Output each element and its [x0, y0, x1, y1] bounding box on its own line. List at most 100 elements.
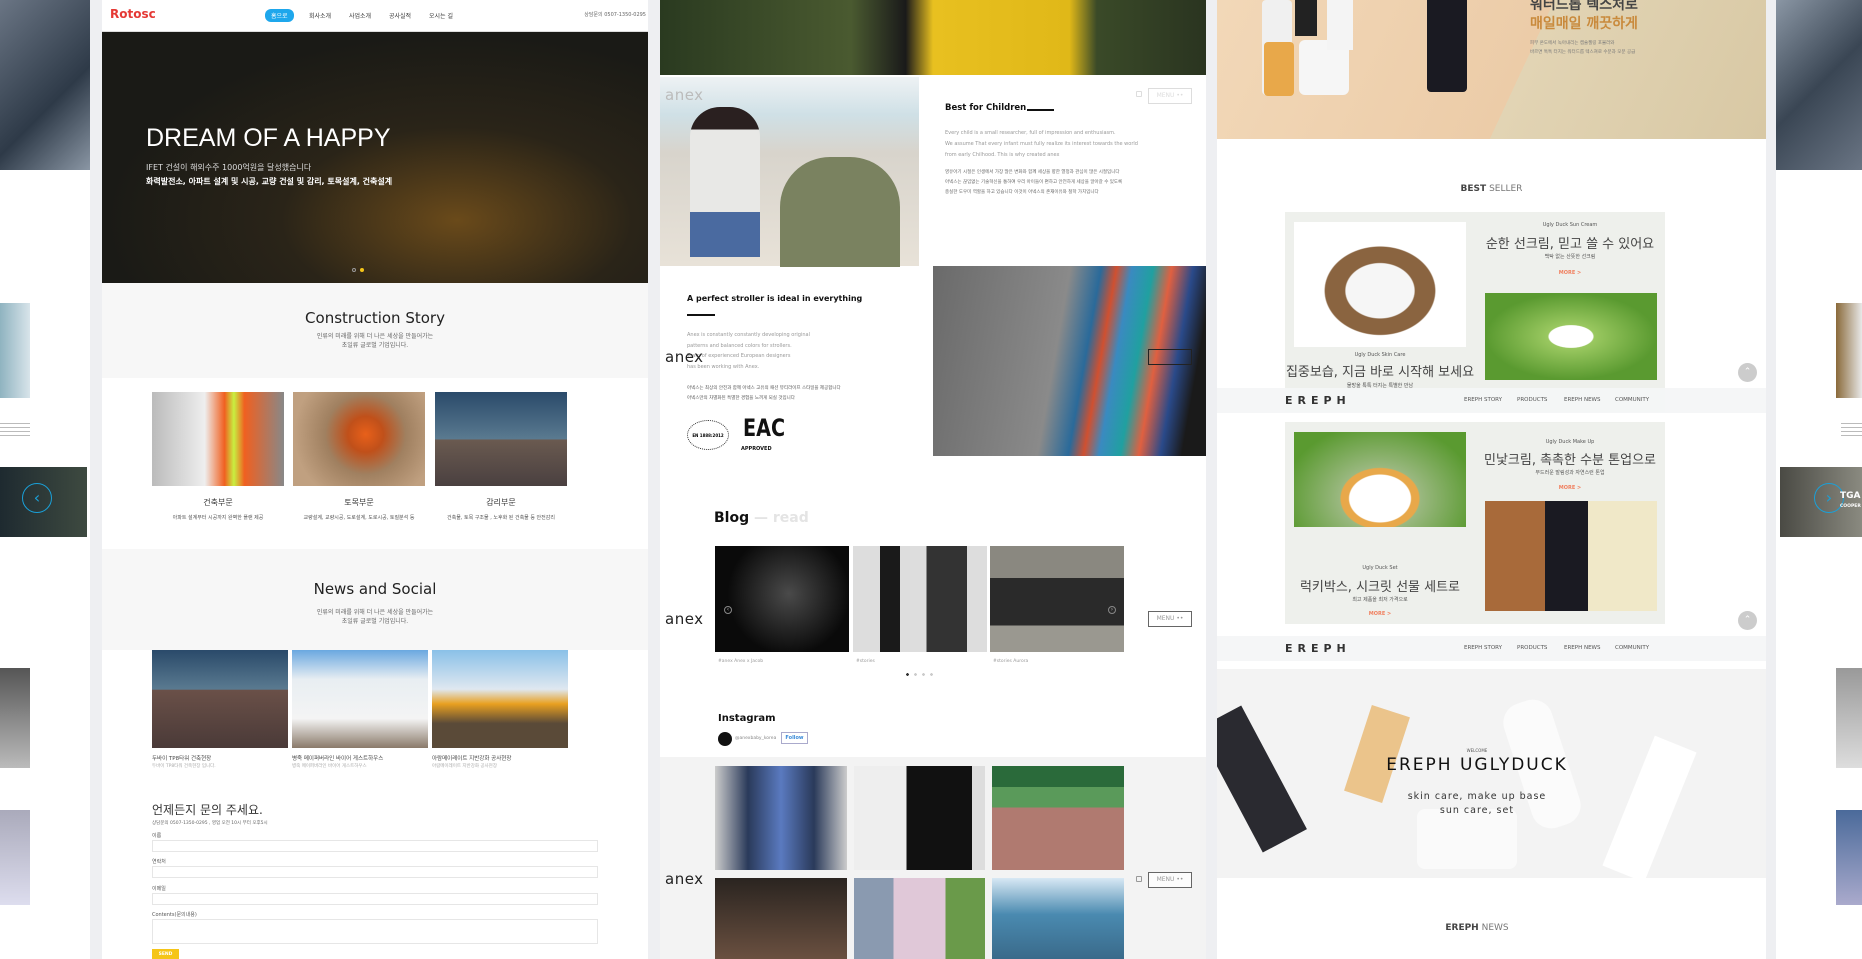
- news-item-title[interactable]: 아람메이레이트 지반강화 공사현장: [432, 754, 511, 762]
- text-line: 아넥스는 최상의 안전과 함께 아넥스 고유의 패션 뷰티라이프 스타일을 제공…: [687, 386, 841, 391]
- lab-image: [0, 810, 30, 905]
- more-link[interactable]: MORE >: [1475, 270, 1665, 276]
- site-nav: EREPH EREPH STORY PRODUCTS EREPH NEWS CO…: [1217, 636, 1766, 661]
- blog-image-aurora[interactable]: [990, 546, 1124, 652]
- news-word-b: NEWS: [1481, 923, 1509, 933]
- contents-textarea[interactable]: [152, 919, 598, 944]
- nav-news[interactable]: EREPH NEWS: [1564, 645, 1601, 651]
- news-word-a: EREPH: [1445, 923, 1479, 933]
- set-image[interactable]: [1294, 432, 1466, 527]
- contact-title: 언제든지 문의 주세요.: [152, 803, 263, 817]
- insta-image[interactable]: [854, 878, 985, 959]
- nav-home[interactable]: 홈으로: [265, 9, 294, 22]
- blog-next-arrow[interactable]: ›: [1108, 606, 1116, 614]
- scroll-top-button[interactable]: ⌃: [1738, 363, 1757, 382]
- anex-logo[interactable]: anex: [665, 610, 704, 628]
- send-button[interactable]: SEND: [152, 949, 179, 959]
- news-item-title[interactable]: 병죽 메이퍼버라인 바이어 게스트하우스: [292, 754, 383, 762]
- logo[interactable]: Rotosc: [110, 7, 156, 21]
- news-item-title[interactable]: 두바이 TP8타워 건축현장: [152, 754, 211, 762]
- news-image[interactable]: [152, 650, 288, 748]
- slider-dot[interactable]: [352, 268, 356, 272]
- nav-story[interactable]: EREPH STORY: [1464, 397, 1502, 403]
- insta-image[interactable]: [715, 878, 847, 959]
- nav-story[interactable]: EREPH STORY: [1464, 645, 1502, 651]
- blog-prev-arrow[interactable]: ‹: [724, 606, 732, 614]
- insta-image[interactable]: [715, 766, 847, 870]
- family-beach-image: [660, 77, 919, 267]
- card-title: 민낯크림, 촉촉한 수분 톤업으로: [1483, 453, 1656, 468]
- carousel-dots[interactable]: [906, 673, 936, 676]
- text-snippet: [1841, 420, 1862, 438]
- phone-input[interactable]: [152, 866, 598, 878]
- nav-community[interactable]: COMMUNITY: [1615, 397, 1649, 403]
- construction-worker-image[interactable]: [152, 392, 284, 486]
- scroll-top-button[interactable]: ⌃: [1738, 611, 1757, 630]
- welcome-banner: WELCOME EREPH UGLYDUCK skin care, make u…: [1217, 669, 1766, 883]
- anex-logo[interactable]: anex: [665, 870, 704, 888]
- more-link[interactable]: MORE >: [1475, 485, 1665, 491]
- skin-cream-image[interactable]: [1294, 222, 1466, 347]
- instagram-handle[interactable]: @anexbaby_korea: [735, 736, 776, 741]
- lock-icon[interactable]: [1136, 876, 1142, 882]
- card-category: Ugly Duck Make Up: [1545, 439, 1595, 445]
- email-input[interactable]: [152, 893, 598, 905]
- story-sub2: 초일류 글로벌 기업입니다.: [341, 342, 409, 349]
- anex-site: Best for Children Every child is a small…: [660, 0, 1206, 959]
- ereph-logo[interactable]: EREPH: [1285, 642, 1351, 655]
- best-seller-card: Ugly Duck Skin Care 집중보습, 지금 바로 시작해 보세요 …: [1285, 212, 1665, 412]
- title-rule: [687, 314, 715, 316]
- text-line: 아넥스만의 차별화된 특별한 경험을 느끼게 되실 것입니다: [687, 396, 795, 401]
- name-input[interactable]: [152, 840, 598, 852]
- hero-line2: 화력발전소, 아파트 설계 및 시공, 교량 건설 및 감리, 토목설계, 건축…: [146, 177, 393, 186]
- building-image: [1836, 810, 1862, 905]
- nav-business[interactable]: 사업소개: [349, 11, 371, 20]
- news-image[interactable]: [292, 650, 428, 748]
- sun-cream-image[interactable]: [1485, 293, 1657, 380]
- nav-products[interactable]: PRODUCTS: [1517, 645, 1547, 651]
- right-partial-page: › TGA S COOPER: [1776, 0, 1862, 959]
- nav-community[interactable]: COMMUNITY: [1615, 645, 1649, 651]
- lock-icon[interactable]: [1136, 91, 1142, 97]
- insta-image[interactable]: [992, 878, 1124, 959]
- nav-projects[interactable]: 공사실적: [389, 11, 411, 20]
- building-crane-image[interactable]: [435, 392, 567, 486]
- nav-products[interactable]: PRODUCTS: [1517, 397, 1547, 403]
- ereph-news-title: EREPH NEWS: [1217, 923, 1737, 933]
- card-category: Ugly Duck Set: [1362, 565, 1398, 571]
- makeup-image[interactable]: [1485, 501, 1657, 611]
- item-desc: 교량설계, 교량시공, 도로설계, 도로시공, 토질분석 등: [303, 515, 415, 521]
- excavator-image[interactable]: [293, 392, 425, 486]
- slider-dot-active[interactable]: [360, 268, 364, 272]
- item-name: 감리부문: [486, 498, 516, 507]
- card-category: Ugly Duck Sun Cream: [1542, 222, 1598, 228]
- nav-location[interactable]: 오시는 길: [429, 11, 453, 20]
- follow-button[interactable]: Follow: [781, 732, 808, 744]
- menu-button[interactable]: [1148, 349, 1192, 365]
- blog-image-jacob[interactable]: [715, 546, 849, 652]
- blog-title: Blog: [714, 510, 750, 526]
- more-link[interactable]: MORE >: [1285, 611, 1475, 617]
- news-image[interactable]: [432, 650, 568, 748]
- blog-caption: #stories: [856, 659, 875, 664]
- item-desc: 건축물, 토목 구조물 , 노후화 된 건축물 등 안전감리: [447, 515, 555, 521]
- nav-about[interactable]: 회사소개: [309, 11, 331, 20]
- prev-arrow-icon[interactable]: ‹: [22, 483, 52, 513]
- banner-line1: 워터드롭 텍스처로: [1530, 0, 1638, 13]
- nav-news[interactable]: EREPH NEWS: [1564, 397, 1601, 403]
- menu-button[interactable]: MENU ••: [1148, 611, 1192, 627]
- text-line: 아넥스는 끊임없는 기술혁신을 통하여 우리 아이들이 편하고 안전하게 세상을…: [945, 180, 1123, 185]
- menu-button[interactable]: MENU ••: [1148, 88, 1192, 104]
- blog-caption: #anex Anex x Jacob: [718, 659, 764, 664]
- menu-button[interactable]: MENU ••: [1148, 872, 1192, 888]
- best-ko-text: 영유아기 시절은 인생에서 가장 많은 변화와 함께 세상을 향한 열정과 관심…: [945, 168, 1122, 198]
- blog-image-stories[interactable]: [853, 546, 987, 652]
- blog-caption: #stories Aurora: [993, 659, 1029, 664]
- insta-image[interactable]: [854, 766, 985, 870]
- insta-image[interactable]: [992, 766, 1124, 870]
- best-word: BEST: [1460, 184, 1487, 194]
- anex-logo[interactable]: anex: [665, 348, 704, 366]
- ereph-logo[interactable]: EREPH: [1285, 394, 1351, 407]
- hero-line1: IFET 건설이 해외수주 1000억원을 달성했습니다: [146, 163, 312, 172]
- anex-logo[interactable]: anex: [665, 86, 704, 104]
